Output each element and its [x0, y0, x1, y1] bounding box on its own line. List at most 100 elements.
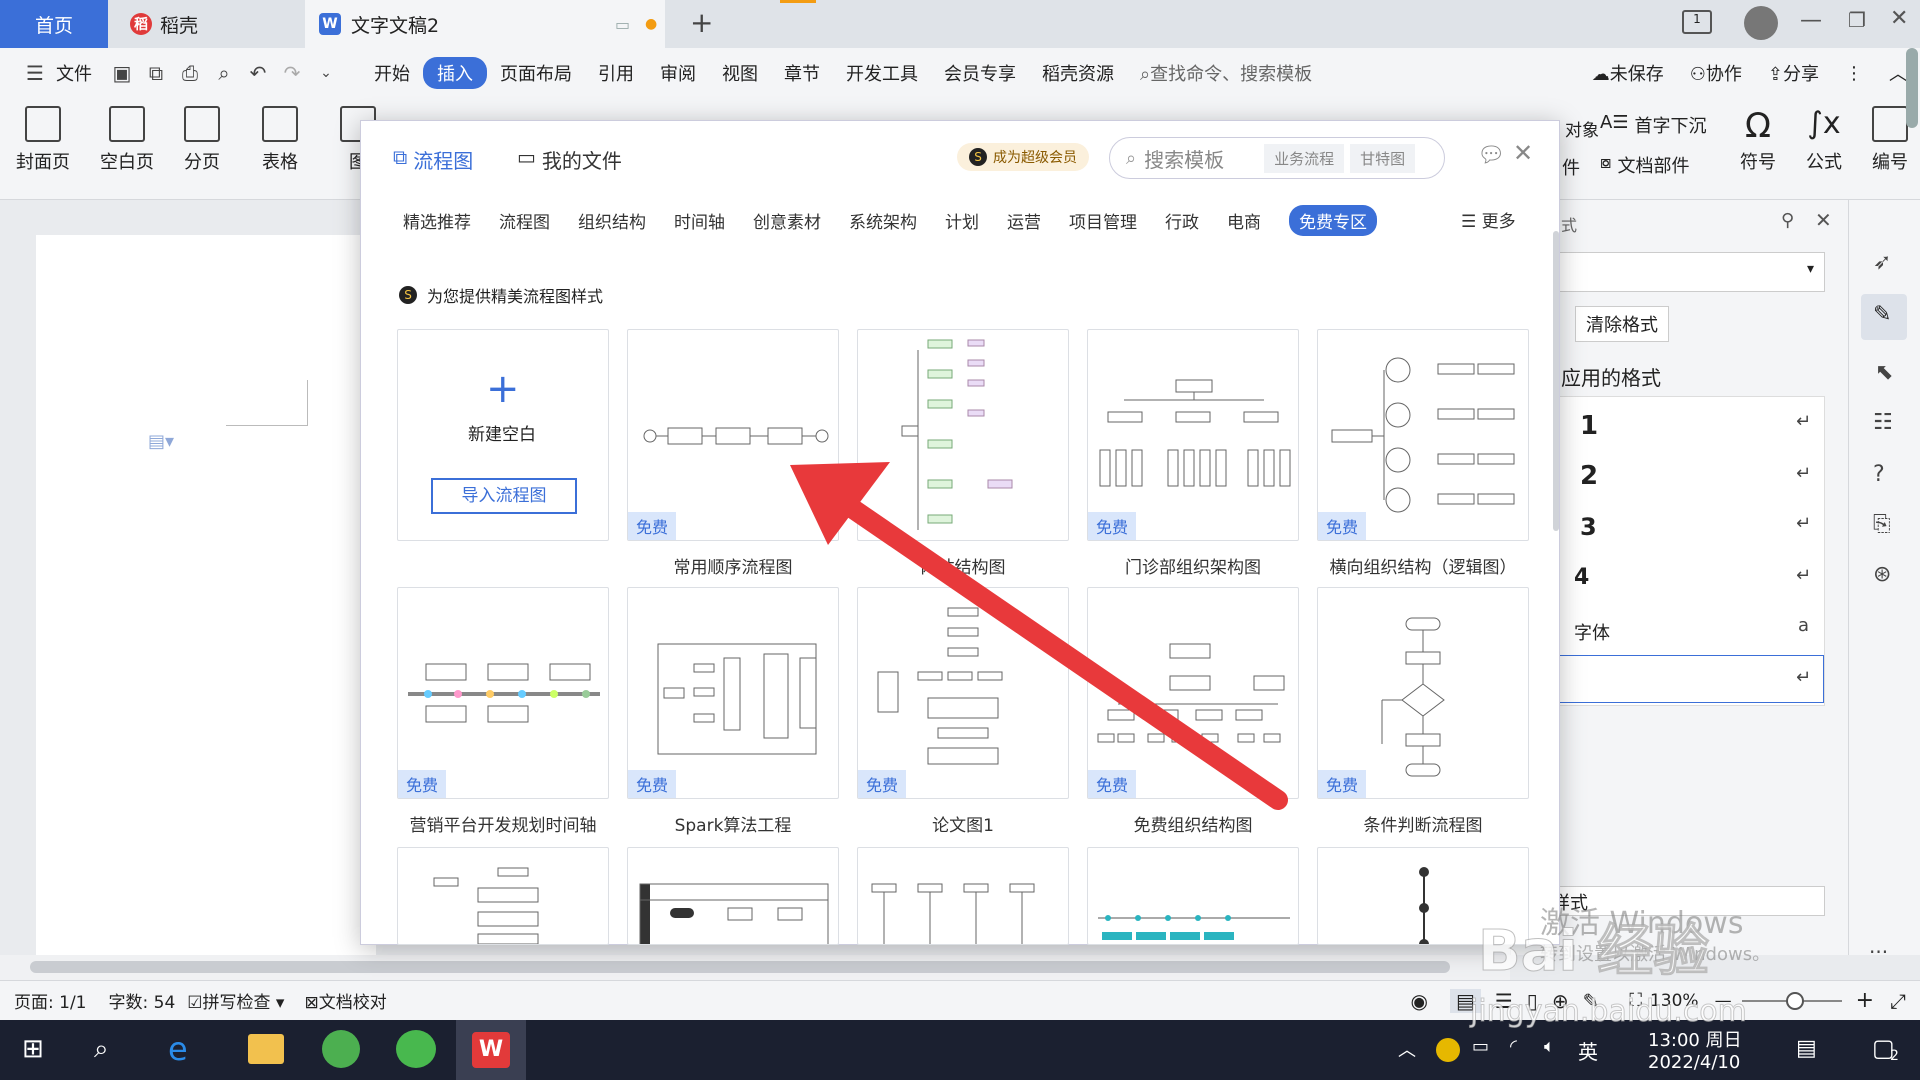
avatar[interactable] [1744, 6, 1778, 40]
minimize-icon[interactable]: — [1800, 8, 1822, 33]
template-card[interactable] [397, 847, 609, 945]
menu-review[interactable]: 审阅 [647, 60, 709, 86]
blank-page-button[interactable]: 空白页 [100, 106, 154, 174]
undo-icon[interactable]: ↶ [241, 61, 275, 85]
template-card[interactable]: 免费 [1087, 329, 1299, 541]
feedback-icon[interactable]: 💬︎ [1477, 143, 1505, 168]
page-break-button[interactable]: 分页 [184, 106, 220, 174]
object-label-fragment[interactable]: 对象 [1565, 116, 1599, 141]
zoom-in-icon[interactable]: + [1856, 988, 1874, 1013]
spell-check-button[interactable]: ☑拼写检查 ▾ [187, 988, 284, 1013]
more-dots-icon[interactable]: ··· [1869, 940, 1888, 964]
tab-docer[interactable]: 稻稻壳 [110, 0, 300, 48]
chip-gantt[interactable]: 甘特图 [1350, 143, 1416, 173]
taskbar-search-icon[interactable]: ⌕ [94, 1034, 109, 1065]
ie-icon[interactable]: e [168, 1030, 188, 1068]
wps-taskbar-button[interactable]: W [456, 1020, 526, 1080]
template-caption[interactable]: 营销平台开发规划时间轴 [388, 811, 618, 836]
pen-tool-button[interactable]: ✎ [1861, 294, 1907, 340]
fullscreen-icon[interactable]: ⤢ [1890, 989, 1906, 1013]
format-item-2[interactable]: 2 [1580, 461, 1598, 491]
wifi-icon[interactable]: ◜ [1510, 1036, 1517, 1057]
paragraph-doc-icon[interactable]: ▤▾ [148, 431, 174, 452]
symbol-button[interactable]: Ω 符号 [1740, 106, 1776, 174]
restore-icon[interactable]: ❐ [1848, 8, 1866, 32]
vip-button[interactable]: S 成为超级会员 [957, 143, 1089, 171]
word-count[interactable]: 字数: 54 [109, 988, 176, 1013]
cover-page-button[interactable]: 封面页 [16, 106, 70, 174]
ime-indicator[interactable]: 英 [1578, 1036, 1598, 1065]
cat-free[interactable]: 免费专区 [1289, 205, 1377, 236]
cat-creative[interactable]: 创意素材 [753, 208, 821, 233]
template-caption[interactable]: 常用顺序流程图 [618, 553, 848, 578]
format-item-font[interactable]: 字体 [1574, 619, 1610, 645]
close-window-icon[interactable]: ✕ [1890, 6, 1908, 31]
help-icon[interactable]: ? [1873, 462, 1885, 487]
new-blank-card[interactable]: + 新建空白 导入流程图 [397, 329, 609, 541]
vertical-scroll-thumb[interactable] [1906, 48, 1918, 128]
tray-up-icon[interactable]: ︿ [1398, 1036, 1416, 1062]
part-label-fragment[interactable]: 件 [1562, 154, 1580, 180]
wechat-icon[interactable] [396, 1030, 436, 1068]
cat-plan[interactable]: 计划 [945, 208, 979, 233]
menu-start[interactable]: 开始 [361, 60, 423, 86]
rocket-icon[interactable]: ➶ [1873, 250, 1891, 275]
template-card[interactable] [1087, 847, 1299, 945]
doc-parts-button[interactable]: ⧇ 文档部件 [1600, 152, 1689, 178]
cat-project[interactable]: 项目管理 [1069, 208, 1137, 233]
preview-icon[interactable]: ⌕ [207, 61, 241, 85]
menu-layout[interactable]: 页面布局 [487, 60, 585, 86]
zoom-slider-knob[interactable] [1785, 991, 1804, 1010]
folder-icon[interactable] [248, 1034, 284, 1064]
template-card[interactable]: 免费 [1317, 587, 1529, 799]
template-card[interactable]: 免费 [1087, 587, 1299, 799]
collab-button[interactable]: ⚇协作 [1677, 60, 1755, 86]
document-page[interactable]: ▤▾ [36, 235, 376, 955]
proofread-button[interactable]: ⊠文档校对 [304, 988, 386, 1013]
eye-protect-icon[interactable]: ◉ [1411, 989, 1428, 1013]
windows-start-icon[interactable]: ⊞ [22, 1034, 44, 1064]
template-card[interactable] [857, 329, 1069, 541]
import-flowchart-button[interactable]: 导入流程图 [431, 478, 577, 514]
unsaved-button[interactable]: ☁未保存 [1579, 60, 1677, 86]
formula-button[interactable]: ∫x 公式 [1806, 106, 1842, 174]
format-item-selected[interactable] [1552, 655, 1824, 703]
more-quick-icon[interactable]: ⌄ [309, 65, 343, 81]
menu-file[interactable]: 文件 [52, 60, 105, 86]
cat-admin[interactable]: 行政 [1165, 208, 1199, 233]
format-item-4[interactable]: 4 [1574, 565, 1589, 590]
browser-icon[interactable] [322, 1030, 360, 1068]
battery-icon[interactable]: ▭ [1472, 1036, 1489, 1057]
template-card[interactable] [857, 847, 1069, 945]
menu-insert[interactable]: 插入 [423, 57, 487, 89]
format-item-3[interactable]: 3 [1580, 513, 1597, 541]
template-caption[interactable]: Spark算法工程 [618, 811, 848, 836]
cat-org[interactable]: 组织结构 [578, 208, 646, 233]
command-search[interactable]: ⌕查找命令、搜索模板 [1127, 60, 1325, 86]
dialog-scrollbar[interactable] [1553, 231, 1559, 531]
tray-app-icon[interactable] [1436, 1038, 1460, 1062]
template-card[interactable]: 免费 [627, 329, 839, 541]
page-count[interactable]: 页面: 1/1 [14, 988, 87, 1013]
template-caption[interactable]: 门诊部组织架构图 [1078, 553, 1308, 578]
tab-my-files[interactable]: ▭ 我的文件 [517, 145, 622, 174]
menu-docer[interactable]: 稻壳资源 [1029, 60, 1127, 86]
template-card[interactable]: 免费 [857, 587, 1069, 799]
template-search[interactable]: ⌕ 搜索模板 业务流程 甘特图 [1109, 137, 1445, 179]
template-caption[interactable]: 免费组织结构图 [1078, 811, 1308, 836]
monitor-icon[interactable]: ▭ [615, 15, 630, 34]
template-caption[interactable]: 横向组织结构（逻辑图） [1308, 553, 1538, 578]
print-icon[interactable]: ⎙ [173, 61, 207, 85]
table-button[interactable]: 表格 [262, 106, 298, 174]
cat-architecture[interactable]: 系统架构 [849, 208, 917, 233]
template-caption[interactable]: 论文图1 [848, 811, 1078, 836]
tab-flowchart[interactable]: ⧉ 流程图 [393, 145, 473, 174]
drop-cap-button[interactable]: A☰ 首字下沉 [1600, 112, 1706, 138]
template-card[interactable]: 免费 [397, 587, 609, 799]
hamburger-icon[interactable]: ☰ [18, 61, 52, 85]
clock-date[interactable]: 2022/4/10 [1648, 1052, 1740, 1073]
template-card[interactable]: 免费 [627, 587, 839, 799]
menu-chapter[interactable]: 章节 [771, 60, 833, 86]
cursor-icon[interactable]: ⬉ [1875, 360, 1893, 385]
pane-close-icon[interactable]: ✕ [1815, 208, 1832, 232]
